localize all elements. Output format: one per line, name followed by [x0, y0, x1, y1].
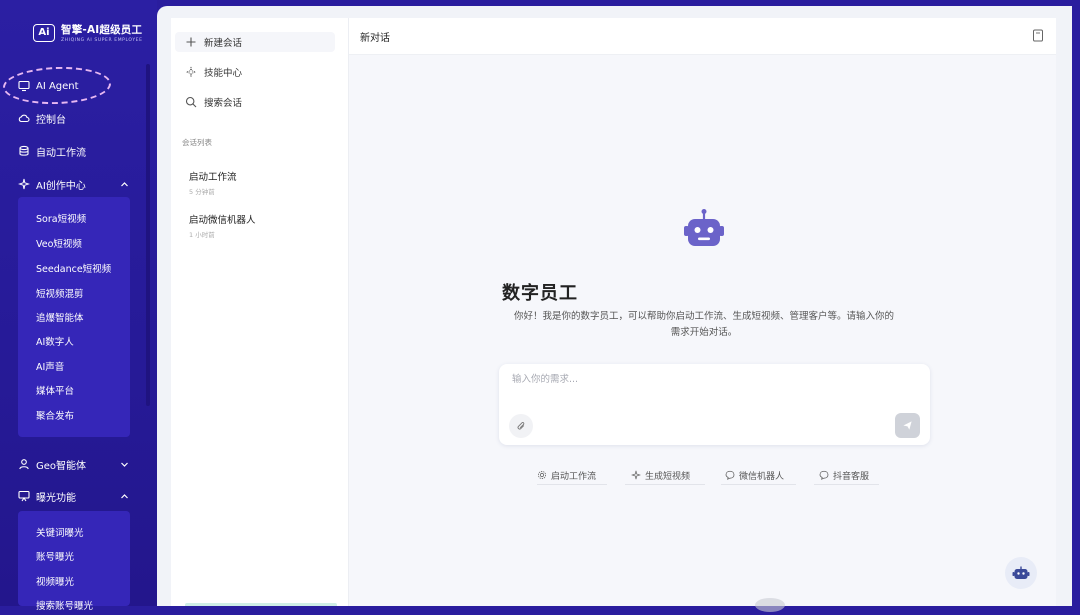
chevron-up-icon[interactable] — [120, 180, 129, 189]
chevron-down-icon[interactable] — [120, 460, 129, 469]
send-icon — [903, 421, 912, 430]
nav-item-geo-agent[interactable]: Geo智能体 — [18, 453, 86, 475]
submenu-item[interactable]: 账号曝光 — [36, 546, 74, 566]
workflow-icon — [19, 145, 29, 156]
robot-icon — [684, 209, 724, 246]
chat-input-box — [499, 364, 930, 445]
welcome-title: 数字员工 — [502, 283, 578, 304]
nav-item-exposure[interactable]: 曝光功能 — [18, 485, 76, 507]
suggestion-chip-douyin[interactable]: 抖音客服 — [819, 466, 869, 484]
monitor-icon — [18, 80, 30, 92]
robot-icon — [1012, 566, 1030, 579]
session-item[interactable]: 启动工作流 5 分钟前 — [189, 169, 237, 196]
search-chat-button[interactable]: 搜索会话 — [185, 92, 242, 112]
session-list-heading: 会话列表 — [182, 138, 212, 147]
exposure-icon — [18, 490, 30, 502]
submenu-item[interactable]: AI声音 — [36, 356, 64, 376]
search-icon — [185, 96, 197, 108]
document-icon[interactable] — [1032, 29, 1044, 42]
submenu-item[interactable]: 聚合发布 — [36, 405, 74, 425]
chat-icon — [725, 470, 735, 480]
submenu-item[interactable]: AI数字人 — [36, 331, 74, 351]
sparkle-icon — [185, 66, 197, 78]
submenu-item[interactable]: 搜索账号曝光 — [36, 595, 93, 615]
chat-sidebar: 新建会话 技能中心 搜索会话 会话列表 启动工作流 5 分钟前 启动微信机器人 … — [171, 18, 349, 606]
chat-title: 新对话 — [360, 33, 390, 44]
nav-scrollbar[interactable] — [146, 64, 150, 406]
nav-item-workflow[interactable]: 自动工作流 — [18, 140, 86, 162]
paperclip-icon — [517, 421, 524, 430]
chevron-up-icon[interactable] — [120, 492, 129, 501]
chat-input[interactable] — [510, 373, 914, 386]
skill-center-button[interactable]: 技能中心 — [185, 62, 242, 82]
suggestion-chip-workflow[interactable]: 启动工作流 — [537, 466, 596, 484]
welcome-description: 你好！我是你的数字员工，可以帮助你启动工作流、生成短视频、管理客户等。请输入你的… — [513, 311, 894, 338]
brand-subtitle: ZHIQING AI SUPER EMPLOYEE — [61, 38, 143, 43]
cloud-icon — [18, 114, 30, 123]
submenu-item[interactable]: Veo短视频 — [36, 233, 82, 253]
session-item[interactable]: 启动微信机器人 1 小时前 — [189, 212, 256, 239]
submenu-item[interactable]: 媒体平台 — [36, 380, 74, 400]
nav-item-console[interactable]: 控制台 — [18, 107, 66, 129]
nav-item-ai-agent[interactable]: AI Agent — [18, 75, 79, 97]
chat-icon — [819, 470, 829, 480]
new-chat-button[interactable]: 新建会话 — [175, 32, 335, 52]
sparkle-icon — [631, 470, 641, 480]
brand-name: 智擎-AI超级员工 — [61, 24, 143, 36]
brand[interactable]: Ai 智擎-AI超级员工 ZHIQING AI SUPER EMPLOYEE — [33, 22, 143, 43]
submenu-item[interactable]: 追爆智能体 — [36, 307, 84, 327]
partial-avatar — [755, 598, 785, 612]
sparkle-icon — [18, 178, 30, 190]
submenu-item[interactable]: 关键词曝光 — [36, 522, 84, 542]
send-button[interactable] — [895, 413, 920, 438]
submenu-item[interactable]: Sora短视频 — [36, 208, 86, 228]
submenu-item[interactable]: Seedance短视频 — [36, 258, 111, 278]
submenu-item[interactable]: 视频曝光 — [36, 571, 74, 591]
suggestion-chip-wechat[interactable]: 微信机器人 — [725, 466, 784, 484]
chat-header: 新对话 — [349, 18, 1056, 55]
nav-item-ai-creation[interactable]: AI创作中心 — [18, 173, 86, 195]
attach-button[interactable] — [509, 414, 533, 438]
suggestion-chip-video[interactable]: 生成短视频 — [631, 466, 690, 484]
assistant-fab[interactable] — [1005, 557, 1037, 589]
gear-icon — [537, 470, 547, 480]
brand-logo: Ai — [33, 23, 55, 42]
plus-icon — [186, 37, 196, 47]
user-icon — [19, 459, 29, 470]
